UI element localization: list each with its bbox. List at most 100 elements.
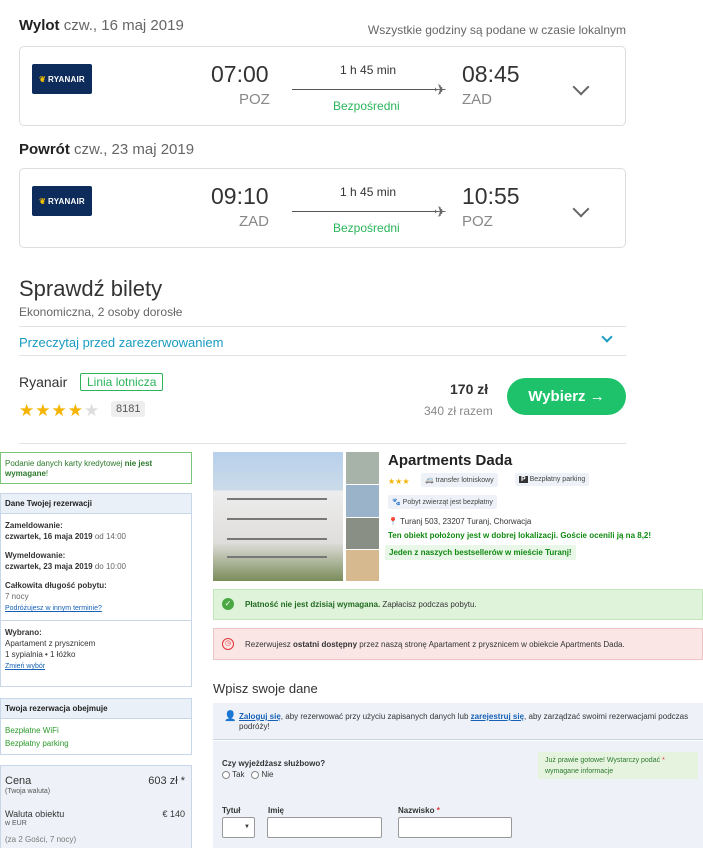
radio-yes[interactable]	[222, 770, 230, 779]
checkout-time: do 10:00	[94, 562, 126, 571]
required-star: *	[436, 806, 440, 815]
hotel-main-photo[interactable]	[213, 452, 343, 581]
departure-header: Wylot czw., 16 maj 2019	[19, 17, 184, 34]
user-icon: 👤	[224, 711, 237, 722]
hotel-address: 📍 Turanj 503, 23207 Turanj, Chorwacja	[388, 517, 531, 526]
login-link[interactable]: Zaloguj się	[239, 712, 281, 721]
return-header: Powrót czw., 23 maj 2019	[19, 141, 194, 158]
harp-icon: ❦	[39, 74, 47, 84]
room-details: 1 sypialnia • 1 łóżko	[5, 650, 76, 659]
last-name-input[interactable]	[398, 817, 512, 838]
plane-icon: ✈	[434, 204, 447, 221]
hotel-thumb[interactable]	[346, 550, 379, 581]
parking-label: Bezpłatny parking	[529, 476, 586, 483]
harp-icon: ❦	[39, 196, 47, 206]
hotel-stars: ★★★	[388, 477, 410, 486]
change-choice-link[interactable]: Zmień wybór	[5, 663, 45, 670]
other-date-link[interactable]: Podróżujesz w innym terminie?	[5, 605, 102, 612]
tickets-title: Sprawdź bilety	[19, 276, 163, 301]
no-label: Nie	[261, 770, 274, 779]
last-name-label: Nazwisko *	[398, 806, 440, 815]
checkin-time: od 14:00	[94, 532, 126, 541]
departure-flight-card[interactable]: ❦ RYANAIR 07:00 POZ 1 h 45 min ✈ Bezpośre…	[19, 46, 626, 126]
read-before-row[interactable]: Przeczytaj przed zarezerwowaniem	[19, 326, 626, 356]
arr-code: POZ	[462, 213, 493, 230]
login-banner: 👤 Zaloguj się, aby rezerwować przy użyci…	[213, 703, 703, 740]
currency-label: Waluta obiektu	[5, 809, 65, 819]
duration: 1 h 45 min	[340, 185, 397, 199]
money-icon: ✓	[222, 598, 234, 610]
reservation-details: Dane Twojej rezerwacji Zameldowanie: czw…	[0, 493, 192, 687]
includes-header: Twoja rezerwacja obejmuje	[1, 699, 191, 719]
tickets-subtitle: Ekonomiczna, 2 osoby dorosłe	[19, 305, 183, 319]
chevron-down-icon[interactable]	[572, 78, 590, 96]
details-header: Dane Twojej rezerwacji	[1, 494, 191, 514]
shuttle-icon: 🚐	[425, 477, 434, 484]
almost-text-2: wymagane informacje	[545, 768, 614, 775]
return-date: czw., 23 maj 2019	[74, 141, 195, 158]
departure-label: Wylot	[19, 17, 60, 34]
length-value: 7 nocy	[5, 592, 29, 601]
include-wifi: Bezpłatne WiFi	[5, 726, 59, 735]
dep-code: POZ	[239, 91, 270, 108]
balcony-line	[227, 538, 327, 540]
arr-code: ZAD	[462, 91, 492, 108]
last-pre: Rezerwujesz	[245, 640, 294, 649]
rating-stars: ★★★★★	[19, 401, 100, 421]
radio-no[interactable]	[251, 770, 260, 779]
almost-text: Już prawie gotowe! Wystarczy podać	[545, 757, 661, 764]
first-name-input[interactable]	[267, 817, 382, 838]
clock-icon: ◷	[222, 638, 234, 650]
airline-name: RYANAIR	[48, 196, 85, 206]
star-empty-icon: ★	[84, 401, 101, 420]
checkin-date: czwartek, 16 maja 2019	[5, 532, 93, 541]
select-button[interactable]: Wybierz →	[507, 378, 626, 415]
yes-label: Tak	[232, 770, 245, 779]
dep-time: 07:00	[211, 61, 269, 87]
flight-line	[292, 211, 438, 212]
chevron-down-icon[interactable]	[601, 331, 613, 343]
almost-done-note: Już prawie gotowe! Wystarczy podać * wyma…	[538, 752, 698, 779]
ryanair-logo: ❦ RYANAIR	[32, 64, 92, 94]
last-bold: ostatni dostępny	[293, 640, 358, 649]
return-flight-card[interactable]: ❦ RYANAIR 09:10 ZAD 1 h 45 min ✈ Bezpośre…	[19, 168, 626, 248]
register-link[interactable]: zarejestruj się	[471, 712, 524, 721]
payment-bold: Płatność nie jest dzisiaj wymagana.	[245, 600, 381, 609]
login-text: , aby rezerwować przy użyciu zapisanych …	[280, 712, 471, 721]
star-icon: ★	[51, 401, 68, 420]
parking-icon: P	[519, 476, 528, 483]
chosen-label: Wybrano:	[5, 628, 42, 637]
ticket-total: 340 zł razem	[424, 404, 493, 418]
title-label: Tytuł	[222, 806, 241, 815]
cc-notice-text: Podanie danych karty kredytowej	[5, 459, 125, 468]
location-note: Ten obiekt położony jest w dobrej lokali…	[388, 531, 652, 540]
required-star: *	[662, 757, 665, 764]
parking-tag: P Bezpłatny parking	[515, 473, 590, 486]
room-name: Apartament z prysznicem	[5, 639, 96, 648]
last-post: przez naszą stronę Apartament z prysznic…	[357, 640, 625, 649]
price-label: Cena	[5, 775, 32, 787]
guests-note: (za 2 Gości, 7 nocy)	[5, 835, 77, 844]
form-title: Wpisz swoje dane	[213, 681, 318, 696]
hotel-name[interactable]: Apartments Dada	[388, 452, 512, 469]
payment-rest: Zapłacisz podczas pobytu.	[380, 600, 477, 609]
chevron-down-icon[interactable]	[572, 200, 590, 218]
departure-date: czw., 16 maj 2019	[63, 17, 184, 34]
first-name-label: Imię	[268, 806, 285, 815]
hotel-thumb[interactable]	[346, 518, 379, 549]
transfer-tag: 🚐 transfer lotniskowy	[421, 473, 498, 487]
last-available-alert: ◷ Rezerwujesz ostatni dostępny przez nas…	[213, 628, 703, 660]
pets-tag: 🐾 Pobyt zwierząt jest bezpłatny	[388, 495, 497, 509]
checkin-label: Zameldowanie:	[5, 521, 63, 530]
hotel-thumb[interactable]	[346, 452, 379, 484]
hotel-thumb[interactable]	[346, 485, 379, 517]
arr-time: 08:45	[462, 61, 520, 87]
title-select[interactable]: ▼	[222, 817, 255, 838]
include-parking: Bezpłatny parking	[5, 739, 69, 748]
form-panel: Czy wyjeżdżasz służbowo? Tak Nie Już pra…	[213, 741, 703, 848]
dep-time: 09:10	[211, 183, 269, 209]
provider-name: Ryanair	[19, 374, 68, 390]
read-before-link[interactable]: Przeczytaj przed zarezerwowaniem	[19, 335, 223, 350]
provider-badge: Linia lotnicza	[80, 373, 164, 391]
business-question: Czy wyjeżdżasz służbowo?	[222, 759, 326, 768]
